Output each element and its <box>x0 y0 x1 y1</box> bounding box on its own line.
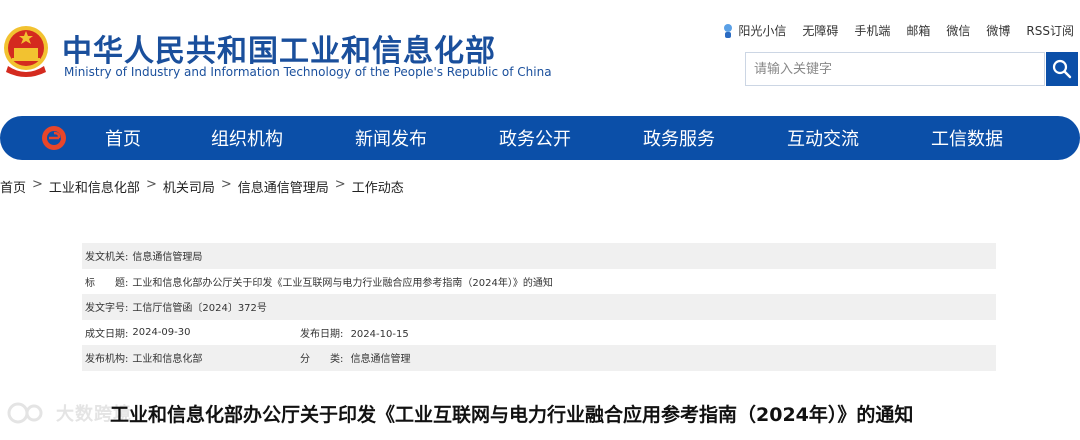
toplink-wechat[interactable]: 微信 <box>946 22 970 39</box>
nav-item-organization[interactable]: 组织机构 <box>211 125 355 151</box>
info-label: 发布日期: <box>300 328 344 340</box>
info-value-title: 工业和信息化部办公厅关于印发《工业互联网与电力行业融合应用参考指南（2024年）… <box>132 277 553 289</box>
miit-logo-icon[interactable] <box>40 124 68 152</box>
nav-item-interaction[interactable]: 互动交流 <box>787 125 931 151</box>
breadcrumb-item-current[interactable]: 工作动态 <box>352 177 404 196</box>
toplink-rss[interactable]: RSS订阅 <box>1026 22 1074 39</box>
info-label: 发布机构: <box>85 354 129 366</box>
toplink-mail[interactable]: 邮箱 <box>906 22 930 39</box>
search-button[interactable] <box>1046 52 1078 86</box>
info-row-title: 标 题: 工业和信息化部办公厅关于印发《工业互联网与电力行业融合应用参考指南（2… <box>82 269 996 295</box>
toplink-label: 阳光小信 <box>738 24 787 38</box>
info-row-org: 发布机构: 工业和信息化部 分 类: 信息通信管理 <box>82 345 996 371</box>
info-row-doc-no: 发文字号: 工信厅信管函〔2024〕372号 <box>82 294 996 320</box>
nav-item-news[interactable]: 新闻发布 <box>355 125 499 151</box>
breadcrumb-separator: > <box>220 177 232 192</box>
info-value-category: 信息通信管理 <box>350 354 411 366</box>
toplink-sunshine[interactable]: 阳光小信 <box>722 22 786 39</box>
nav-item-disclosure[interactable]: 政务公开 <box>499 125 643 151</box>
breadcrumb-item-departments[interactable]: 机关司局 <box>163 177 215 196</box>
info-row-issuer: 发文机关: 信息通信管理局 <box>82 243 996 269</box>
breadcrumb-item-bureau[interactable]: 信息通信管理局 <box>238 177 329 196</box>
document-info-table: 发文机关: 信息通信管理局 标 题: 工业和信息化部办公厅关于印发《工业互联网与… <box>82 243 996 371</box>
mascot-icon <box>724 23 733 38</box>
info-value-issuer: 信息通信管理局 <box>132 252 203 264</box>
info-value-doc-no: 工信厅信管函〔2024〕372号 <box>132 303 267 315</box>
search-icon <box>1052 59 1072 79</box>
breadcrumb-separator: > <box>32 177 43 192</box>
top-links: 阳光小信 无障碍 手机端 邮箱 微信 微博 RSS订阅 <box>722 22 1074 39</box>
breadcrumb: 首页 > 工业和信息化部 > 机关司局 > 信息通信管理局 > 工作动态 <box>0 177 404 196</box>
info-label: 成文日期: <box>85 328 129 340</box>
breadcrumb-separator: > <box>145 177 157 192</box>
nav-items: 首页 组织机构 新闻发布 政务公开 政务服务 互动交流 工信数据 <box>105 116 1031 160</box>
nav-item-home[interactable]: 首页 <box>105 125 211 151</box>
nav-item-data[interactable]: 工信数据 <box>931 125 1031 151</box>
search-box <box>745 52 1045 86</box>
info-label: 分 类: <box>300 354 344 366</box>
breadcrumb-item-ministry[interactable]: 工业和信息化部 <box>49 177 140 196</box>
info-value-published: 2024-10-15 <box>350 328 409 340</box>
breadcrumb-item-home[interactable]: 首页 <box>0 177 26 196</box>
toplink-weibo[interactable]: 微博 <box>986 22 1010 39</box>
nav-item-services[interactable]: 政务服务 <box>643 125 787 151</box>
site-subtitle: Ministry of Industry and Information Tec… <box>64 65 552 79</box>
main-nav: 首页 组织机构 新闻发布 政务公开 政务服务 互动交流 工信数据 <box>0 116 1080 160</box>
watermark-logo-icon <box>7 402 43 424</box>
toplink-mobile[interactable]: 手机端 <box>854 22 890 39</box>
national-emblem-icon[interactable] <box>2 22 50 80</box>
breadcrumb-separator: > <box>334 177 346 192</box>
info-label: 发文机关: <box>85 252 129 264</box>
article-title: 工业和信息化部办公厅关于印发《工业互联网与电力行业融合应用参考指南（2024年）… <box>110 404 914 426</box>
site-header: 中华人民共和国工业和信息化部 Ministry of Industry and … <box>0 0 1080 110</box>
info-label: 发文字号: <box>85 303 129 315</box>
site-title[interactable]: 中华人民共和国工业和信息化部 <box>62 26 496 70</box>
toplink-accessibility[interactable]: 无障碍 <box>802 22 838 39</box>
info-value-org: 工业和信息化部 <box>132 354 203 366</box>
info-value-created: 2024-09-30 <box>132 326 191 338</box>
info-row-dates: 成文日期: 2024-09-30 发布日期: 2024-10-15 <box>82 320 996 346</box>
info-label: 标 题: <box>85 277 129 289</box>
search-input[interactable] <box>746 53 1044 85</box>
